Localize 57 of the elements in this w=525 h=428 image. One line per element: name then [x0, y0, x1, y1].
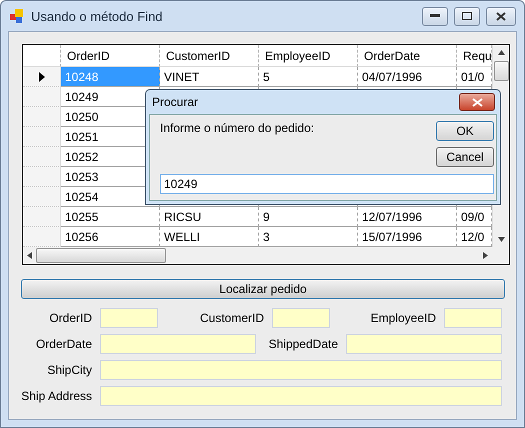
field-label: Ship Address: [20, 388, 92, 404]
close-icon: [472, 98, 482, 106]
table-cell[interactable]: 12/07/1996: [358, 207, 457, 227]
column-header[interactable]: OrderID: [61, 45, 160, 67]
column-header[interactable]: EmployeeID: [259, 45, 358, 67]
table-cell[interactable]: 5: [259, 67, 358, 87]
row-header[interactable]: [23, 67, 61, 87]
column-header[interactable]: OrderDate: [358, 45, 457, 67]
cancel-button[interactable]: Cancel: [436, 147, 494, 167]
search-order-button[interactable]: Localizar pedido: [21, 279, 505, 299]
field-label: OrderID: [48, 310, 92, 326]
app-icon: [9, 8, 25, 24]
table-cell[interactable]: 10256: [61, 227, 160, 247]
scroll-thumb[interactable]: [36, 248, 166, 263]
input-field[interactable]: [272, 308, 330, 328]
input-field[interactable]: [100, 334, 256, 354]
column-header[interactable]: CustomerID: [160, 45, 259, 67]
table-cell[interactable]: 15/07/1996: [358, 227, 457, 247]
maximize-button[interactable]: [454, 6, 480, 26]
table-cell[interactable]: 01/0: [457, 67, 492, 87]
table-cell[interactable]: 09/0: [457, 207, 492, 227]
window-title: Usando o método Find: [31, 8, 164, 24]
table-cell[interactable]: RICSU: [160, 207, 259, 227]
input-field[interactable]: [346, 334, 502, 354]
scroll-right-icon[interactable]: [482, 252, 489, 259]
ok-button[interactable]: OK: [436, 121, 494, 141]
table-cell[interactable]: 3: [259, 227, 358, 247]
input-field[interactable]: [100, 360, 502, 380]
scroll-down-icon[interactable]: [498, 236, 504, 243]
table-cell[interactable]: 9: [259, 207, 358, 227]
maximize-icon: [462, 12, 472, 20]
field-label: EmployeeID: [370, 310, 436, 326]
input-field[interactable]: [100, 308, 158, 328]
field-label: ShippedDate: [268, 336, 338, 352]
input-field[interactable]: [100, 386, 502, 406]
table-cell[interactable]: 10255: [61, 207, 160, 227]
close-icon: [496, 12, 506, 20]
table-cell[interactable]: VINET: [160, 67, 259, 87]
table-cell[interactable]: 04/07/1996: [358, 67, 457, 87]
table-cell[interactable]: WELLI: [160, 227, 259, 247]
minimize-button[interactable]: [422, 6, 448, 26]
horizontal-scrollbar[interactable]: [23, 247, 492, 264]
dialog-prompt: Informe o número do pedido:: [160, 121, 316, 137]
current-row-icon: [38, 72, 44, 82]
scroll-left-icon[interactable]: [26, 252, 33, 259]
scroll-thumb[interactable]: [494, 61, 508, 81]
order-number-input[interactable]: 10249: [160, 174, 494, 194]
table-cell[interactable]: 12/0: [457, 227, 492, 247]
column-header[interactable]: Requ: [457, 45, 492, 67]
field-label: CustomerID: [198, 310, 264, 326]
close-button[interactable]: [486, 6, 516, 26]
scroll-up-icon[interactable]: [498, 49, 504, 56]
field-label: ShipCity: [46, 362, 92, 378]
close-button[interactable]: [459, 93, 495, 111]
field-label: OrderDate: [34, 336, 92, 352]
minimize-icon: [430, 14, 440, 18]
input-field[interactable]: [444, 308, 502, 328]
